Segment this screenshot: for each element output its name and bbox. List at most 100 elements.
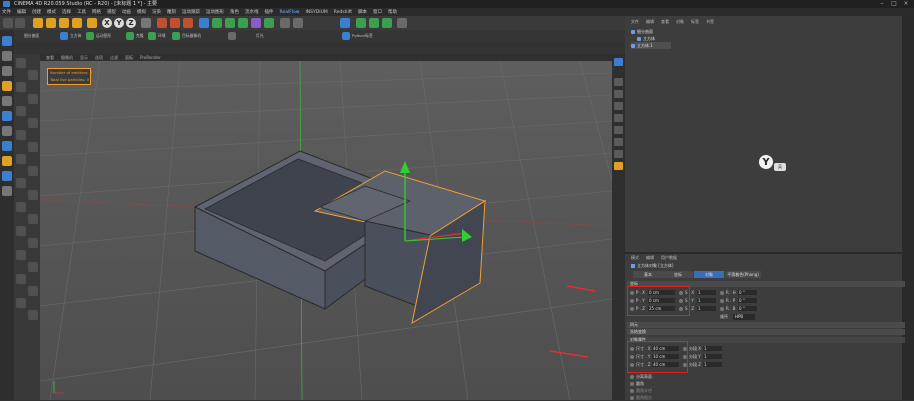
modeling-tool-icon[interactable] (16, 250, 26, 260)
move-tool-icon[interactable] (46, 18, 56, 28)
shelf-label-mograph[interactable]: 运动图形 (96, 33, 111, 39)
view-tool-icon-1[interactable] (614, 58, 623, 66)
select-tool-icon[interactable] (33, 18, 43, 28)
cube-shelf-icon[interactable] (60, 32, 68, 40)
modeling-tool-icon[interactable] (28, 166, 38, 176)
menu-item[interactable]: 模拟 (137, 9, 146, 15)
keyframe-icon[interactable] (630, 374, 634, 379)
scale-tool-icon[interactable] (59, 18, 69, 28)
shelf-label-cube[interactable]: 立方体 (70, 33, 81, 39)
tab-basic[interactable]: 基本 (633, 271, 663, 278)
mode-tool-icon[interactable] (2, 171, 12, 181)
modeling-tool-icon[interactable] (16, 298, 26, 308)
render-view-icon[interactable] (157, 18, 167, 28)
mode-tool-icon[interactable] (2, 66, 12, 76)
view-tool-icon-3[interactable] (614, 90, 623, 98)
mograph-shelf-icon[interactable] (86, 32, 94, 40)
redshift-icon[interactable] (382, 18, 392, 28)
modeling-tool-icon[interactable] (16, 178, 26, 188)
menu-item[interactable]: INSYDIUM (305, 10, 327, 15)
coordinate-system-icon[interactable] (141, 18, 151, 28)
modeling-tool-icon[interactable] (28, 286, 38, 296)
viewport-menu-item[interactable]: 显示 (80, 55, 88, 61)
modeling-tool-icon[interactable] (28, 70, 38, 80)
modeling-tool-icon[interactable] (16, 130, 26, 140)
camera-icon[interactable] (280, 18, 290, 28)
subdivision-generator-icon[interactable] (225, 18, 235, 28)
menu-item[interactable]: 雕刻 (167, 9, 176, 15)
environment-shelf-icon[interactable] (148, 32, 156, 40)
om-menu-edit[interactable]: 编辑 (646, 19, 654, 25)
shelf-label-subdivision[interactable]: 细分曲面 (24, 33, 39, 39)
viewport-menu-item[interactable]: 摄像机 (61, 55, 73, 61)
modeling-tool-icon[interactable] (28, 310, 38, 320)
python-icon[interactable] (340, 18, 350, 28)
object-manager-scrollbar[interactable] (902, 16, 914, 252)
floor-icon[interactable] (264, 18, 274, 28)
modeling-tool-icon[interactable] (28, 142, 38, 152)
input-method-badge-icon[interactable]: Y (758, 154, 774, 170)
menu-item[interactable]: 工具 (77, 9, 86, 15)
menu-item[interactable]: 模式 (47, 9, 56, 15)
y-axis-lock-icon[interactable]: Y (114, 18, 124, 28)
mode-tool-icon[interactable] (2, 156, 12, 166)
shelf-label-cloner[interactable]: 克隆 (136, 33, 144, 39)
view-tool-icon-7[interactable] (614, 138, 623, 146)
menu-item[interactable]: 网格 (92, 9, 101, 15)
render-settings-icon[interactable] (183, 18, 193, 28)
om-menu-bookmarks[interactable]: 书签 (706, 19, 714, 25)
light-shelf-icon[interactable] (228, 32, 236, 40)
section-quaternion[interactable]: 四元 (627, 322, 905, 328)
modeling-tool-icon[interactable] (28, 190, 38, 200)
rot-p-field[interactable]: 0 ° (738, 298, 757, 303)
menu-item[interactable]: 文件 (2, 9, 11, 15)
plugin-icon[interactable] (356, 18, 366, 28)
modeling-tool-icon[interactable] (16, 82, 26, 92)
menu-item[interactable]: 运动图形 (206, 9, 224, 15)
light-icon[interactable] (293, 18, 303, 28)
minimize-icon[interactable]: – (876, 0, 888, 8)
keyframe-icon[interactable] (720, 290, 724, 295)
segments-z-field[interactable]: 1 (703, 362, 722, 367)
cube-primitive-icon[interactable] (199, 18, 209, 28)
cloner-shelf-icon[interactable] (126, 32, 134, 40)
modeling-tool-icon[interactable] (28, 214, 38, 224)
scale-x-field[interactable]: 1 (697, 290, 716, 295)
shelf-label-light[interactable]: 灯光 (256, 33, 264, 39)
modeling-tool-icon[interactable] (28, 262, 38, 272)
scale-z-field[interactable]: 1 (697, 306, 716, 311)
menu-item[interactable]: 运动跟踪 (182, 9, 200, 15)
modeling-tool-icon[interactable] (16, 154, 26, 164)
spline-pen-icon[interactable] (212, 18, 222, 28)
om-menu-objects[interactable]: 对象 (676, 19, 684, 25)
menu-item[interactable]: 窗口 (373, 9, 382, 15)
menu-item[interactable]: 插件 (265, 9, 274, 15)
mode-tool-icon[interactable] (2, 81, 12, 91)
viewport-menu-item[interactable]: 过滤 (110, 55, 118, 61)
viewport-menu-item[interactable]: ProRender (140, 55, 161, 60)
shelf-label-target-camera[interactable]: 目标摄像机 (182, 33, 201, 39)
om-menu-file[interactable]: 文件 (631, 19, 639, 25)
add-tool-icon[interactable] (87, 18, 97, 28)
om-menu-tags[interactable]: 标签 (691, 19, 699, 25)
view-tool-icon-9[interactable] (614, 162, 623, 170)
x-axis-lock-icon[interactable]: X (102, 18, 112, 28)
close-icon[interactable]: × (900, 0, 912, 8)
python-tag-shelf-icon[interactable] (342, 32, 350, 40)
menu-item[interactable]: 选择 (62, 9, 71, 15)
object-row-cube[interactable]: 立方体 (637, 35, 655, 42)
array-generator-icon[interactable] (238, 18, 248, 28)
mode-tool-icon[interactable] (2, 36, 12, 46)
mode-tool-icon[interactable] (2, 126, 12, 136)
attr-menu-mode[interactable]: 模式 (631, 255, 639, 261)
view-tool-icon-6[interactable] (614, 126, 623, 134)
modeling-tool-icon[interactable] (16, 58, 26, 68)
section-freeze-transform[interactable]: 冻结变换 (627, 329, 905, 335)
menu-item[interactable]: 创建 (32, 9, 41, 15)
modeling-tool-icon[interactable] (16, 106, 26, 116)
object-row-subdivision[interactable]: 细分曲面 (631, 28, 653, 35)
menu-item[interactable]: 动画 (122, 9, 131, 15)
modeling-tool-icon[interactable] (28, 238, 38, 248)
menu-item[interactable]: 流水线 (245, 9, 259, 15)
render-picture-viewer-icon[interactable] (170, 18, 180, 28)
